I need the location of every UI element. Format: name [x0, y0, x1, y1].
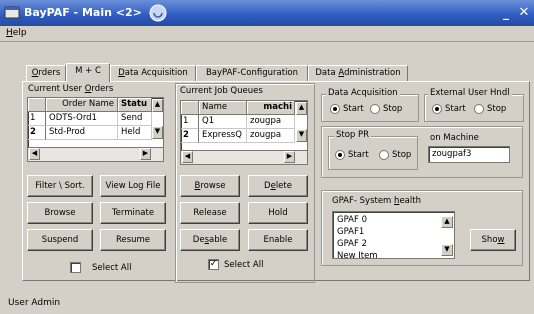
view-log-file-button[interactable]: View Log File [100, 175, 166, 197]
filter-sort-button[interactable]: Filter \ Sort. [27, 175, 93, 197]
menu-help[interactable]: Help [6, 28, 27, 38]
browse-orders-button[interactable]: Browse [27, 202, 93, 224]
table-cell-queue-name[interactable]: Q1 [199, 115, 247, 129]
stop-pr-start-label: Start [348, 150, 369, 160]
orders-title: Current User Orders [28, 84, 114, 94]
external-user-stop-label: Stop [487, 104, 507, 114]
column-header-name[interactable]: Name [199, 101, 247, 115]
scroll-down-icon[interactable]: ▼ [152, 126, 163, 139]
list-item[interactable]: GPAF 2 [337, 239, 367, 249]
stop-pr-stop-radio[interactable] [379, 150, 389, 160]
hold-button[interactable]: Hold [248, 202, 308, 224]
stop-pr-start-radio[interactable] [335, 150, 345, 160]
show-button[interactable]: Show [470, 229, 516, 251]
minimize-button[interactable]: _ [500, 6, 512, 20]
queues-table[interactable]: Name machi ▲ 1 Q1 zougpa 2 ExpressQ zoug… [180, 100, 308, 165]
external-user-start-radio[interactable] [432, 104, 442, 114]
scroll-up-icon[interactable]: ▲ [441, 216, 453, 228]
tab-data-administration[interactable]: Data Administration [308, 65, 408, 81]
column-header-machine[interactable]: machi [247, 101, 295, 115]
menubar: Help [0, 26, 534, 42]
scroll-up-icon[interactable]: ▲ [296, 102, 307, 115]
orders-table[interactable]: Order Name Statu ▲ 1 ODTS-Ord1 Send 2 St… [27, 97, 164, 162]
data-acquisition-start-label: Start [343, 104, 364, 114]
health-listbox[interactable]: GPAF 0 GPAF1 GPAF 2 New Item ▲ ▼ [332, 211, 455, 259]
column-header-order-name[interactable]: Order Name [46, 98, 118, 112]
scroll-left-icon[interactable]: ◀ [182, 151, 193, 163]
data-acquisition-stop-radio[interactable] [370, 104, 380, 114]
browse-queues-button[interactable]: Browse [180, 175, 240, 197]
table-cell-queue-name[interactable]: ExpressQ [199, 129, 247, 143]
external-user-title: External User Hndl [428, 88, 512, 98]
row-number: 2 [28, 126, 46, 140]
select-all-queues-label: Select All [224, 260, 264, 270]
status-bar-text: User Admin [8, 298, 61, 308]
row-number: 1 [181, 115, 199, 129]
row-number: 2 [181, 129, 199, 143]
table-cell-order-name[interactable]: ODTS-Ord1 [46, 112, 118, 126]
delete-button[interactable]: Delete [248, 175, 308, 197]
app-window-icon [4, 6, 20, 19]
suspend-button[interactable]: Suspend [27, 229, 93, 251]
data-acquisition-stop-label: Stop [383, 104, 403, 114]
external-user-start-label: Start [445, 104, 466, 114]
stop-pr-stop-label: Stop [392, 150, 412, 160]
select-all-orders-checkbox[interactable] [70, 262, 81, 273]
scroll-left-icon[interactable]: ◀ [29, 148, 40, 160]
scroll-right-icon[interactable]: ▶ [284, 151, 295, 163]
table-cell-status[interactable]: Send [118, 112, 152, 126]
table-cell-order-name[interactable]: Std-Prod [46, 126, 118, 140]
disable-button[interactable]: Desable [180, 229, 240, 251]
close-icon[interactable]: ✕ [516, 5, 532, 21]
row-number: 1 [28, 112, 46, 126]
tab-orders[interactable]: Orders [26, 65, 66, 81]
data-acquisition-start-radio[interactable] [330, 104, 340, 114]
machine-input[interactable]: zougpaf3 [428, 146, 510, 163]
table-corner [181, 101, 199, 115]
terminate-button[interactable]: Terminate [100, 202, 166, 224]
table-cell-machine[interactable]: zougpa [247, 129, 295, 143]
list-item[interactable]: New Item [337, 251, 378, 258]
moon-logo-icon [149, 4, 167, 22]
scroll-down-icon[interactable]: ▼ [296, 129, 307, 142]
column-header-status[interactable]: Statu [118, 98, 152, 112]
window-title: BayPAF - Main <2> [24, 6, 142, 19]
health-title: GPAF- System health [332, 196, 421, 206]
external-user-stop-radio[interactable] [474, 104, 484, 114]
on-machine-label: on Machine [430, 133, 479, 143]
scroll-right-icon[interactable]: ▶ [140, 148, 151, 160]
release-button[interactable]: Release [180, 202, 240, 224]
scroll-up-icon[interactable]: ▲ [152, 99, 163, 112]
enable-button[interactable]: Enable [248, 229, 308, 251]
table-cell-status[interactable]: Held [118, 126, 152, 140]
list-item[interactable]: GPAF1 [337, 227, 364, 237]
select-all-queues-checkbox[interactable]: ✓ [208, 259, 219, 270]
tab-m-c[interactable]: M + C [66, 63, 110, 82]
scroll-down-icon[interactable]: ▼ [441, 244, 453, 256]
window-titlebar[interactable]: BayPAF - Main <2> _ ✕ [0, 0, 534, 26]
data-acquisition-title: Data Acquisition [326, 88, 400, 98]
tab-data-acquisition[interactable]: Data Acquisition [110, 65, 196, 81]
table-corner [28, 98, 46, 112]
stop-pr-title: Stop PR [334, 130, 372, 140]
queues-title: Current Job Queues [180, 86, 263, 96]
select-all-orders-label: Select All [92, 263, 132, 273]
table-cell-machine[interactable]: zougpa [247, 115, 295, 129]
tab-baypaf-configuration[interactable]: BayPAF-Configuration [196, 65, 308, 81]
resume-button[interactable]: Resume [100, 229, 166, 251]
list-item[interactable]: GPAF 0 [337, 215, 367, 225]
